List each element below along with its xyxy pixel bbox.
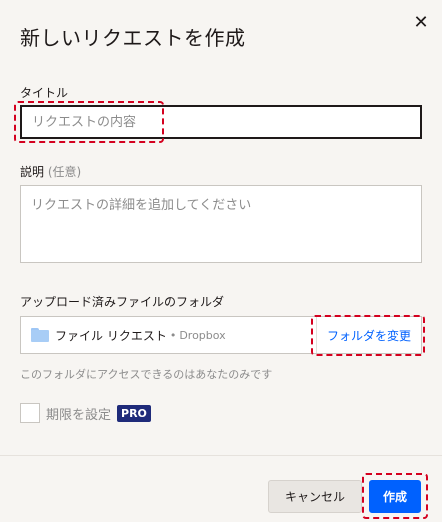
folder-selector: ファイル リクエスト • Dropbox フォルダを変更 — [20, 316, 422, 354]
description-label-text: 説明 — [20, 165, 45, 179]
description-label: 説明 (任意) — [20, 163, 81, 180]
folder-separator: • — [169, 328, 177, 342]
folder-access-hint: このフォルダにアクセスできるのはあなたのみです — [20, 368, 273, 381]
deadline-checkbox[interactable] — [20, 403, 40, 423]
description-optional-text: (任意) — [47, 165, 82, 179]
close-icon[interactable]: ✕ — [410, 12, 432, 34]
deadline-label: 期限を設定 — [46, 407, 112, 423]
page-title: 新しいリクエストを作成 — [20, 26, 246, 50]
cancel-button[interactable]: キャンセル — [268, 480, 362, 513]
folder-icon — [31, 328, 49, 342]
title-label: タイトル — [20, 86, 69, 100]
folder-name: ファイル リクエスト — [55, 328, 167, 343]
pro-badge: PRO — [117, 404, 151, 422]
folder-label: アップロード済みファイルのフォルダ — [20, 295, 225, 309]
description-input[interactable] — [20, 185, 422, 263]
folder-source: Dropbox — [179, 328, 226, 342]
title-input[interactable] — [20, 105, 422, 139]
footer-divider — [0, 455, 442, 456]
create-button[interactable]: 作成 — [369, 480, 421, 513]
change-folder-link[interactable]: フォルダを変更 — [315, 317, 421, 353]
deadline-row: 期限を設定 PRO — [20, 403, 151, 423]
